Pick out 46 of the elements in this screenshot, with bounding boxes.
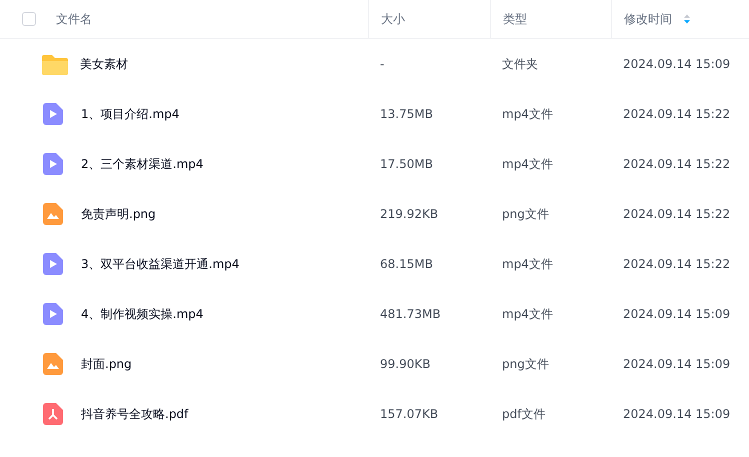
column-header[interactable]: 大小 [381, 10, 405, 28]
table-cell: 2024.09.14 15:09 [623, 307, 730, 321]
table-cell: 219.92KB [380, 207, 438, 221]
image-file-icon [43, 353, 63, 375]
table-cell: 68.15MB [380, 257, 433, 271]
table-cell: mp4文件 [502, 306, 553, 320]
column-header[interactable]: 修改时间 [624, 10, 672, 28]
table-cell: 481.73MB [380, 307, 441, 321]
table-cell: 2024.09.14 15:09 [623, 57, 730, 71]
column-header[interactable]: 文件名 [56, 10, 92, 28]
video-file-icon [43, 153, 63, 175]
folder-icon [42, 53, 68, 75]
table-cell: mp4文件 [502, 256, 553, 270]
table-cell: 2024.09.14 15:22 [623, 207, 730, 221]
video-file-icon [43, 103, 63, 125]
table-cell: - [380, 57, 384, 71]
table-cell: 157.07KB [380, 407, 438, 421]
table-cell: 13.75MB [380, 107, 433, 121]
file-name[interactable]: 封面.png [81, 356, 132, 372]
select-all-checkbox[interactable] [22, 12, 36, 26]
column-header[interactable]: 类型 [503, 10, 527, 28]
table-cell: pdf文件 [502, 406, 546, 420]
table-cell: 2024.09.14 15:22 [623, 107, 730, 121]
table-cell: mp4文件 [502, 156, 553, 170]
file-name[interactable]: 3、双平台收益渠道开通.mp4 [81, 256, 240, 272]
table-cell: mp4文件 [502, 106, 553, 120]
file-name[interactable]: 4、制作视频实操.mp4 [81, 306, 204, 322]
video-file-icon [43, 303, 63, 325]
table-cell: 2024.09.14 15:22 [623, 257, 730, 271]
table-cell: png文件 [502, 206, 549, 220]
sort-icon[interactable] [684, 14, 690, 24]
pdf-file-icon [43, 403, 63, 425]
table-cell: 2024.09.14 15:22 [623, 157, 730, 171]
table-cell: 17.50MB [380, 157, 433, 171]
file-name[interactable]: 1、项目介绍.mp4 [81, 106, 180, 122]
video-file-icon [43, 253, 63, 275]
file-name[interactable]: 2、三个素材渠道.mp4 [81, 156, 204, 172]
file-name[interactable]: 美女素材 [80, 56, 128, 72]
image-file-icon [43, 203, 63, 225]
table-cell: 99.90KB [380, 357, 430, 371]
table-cell: 文件夹 [502, 56, 538, 70]
table-cell: 2024.09.14 15:09 [623, 407, 730, 421]
table-cell: 2024.09.14 15:09 [623, 357, 730, 371]
file-name[interactable]: 免责声明.png [81, 206, 156, 222]
table-cell: png文件 [502, 356, 549, 370]
file-name[interactable]: 抖音养号全攻略.pdf [81, 406, 188, 422]
